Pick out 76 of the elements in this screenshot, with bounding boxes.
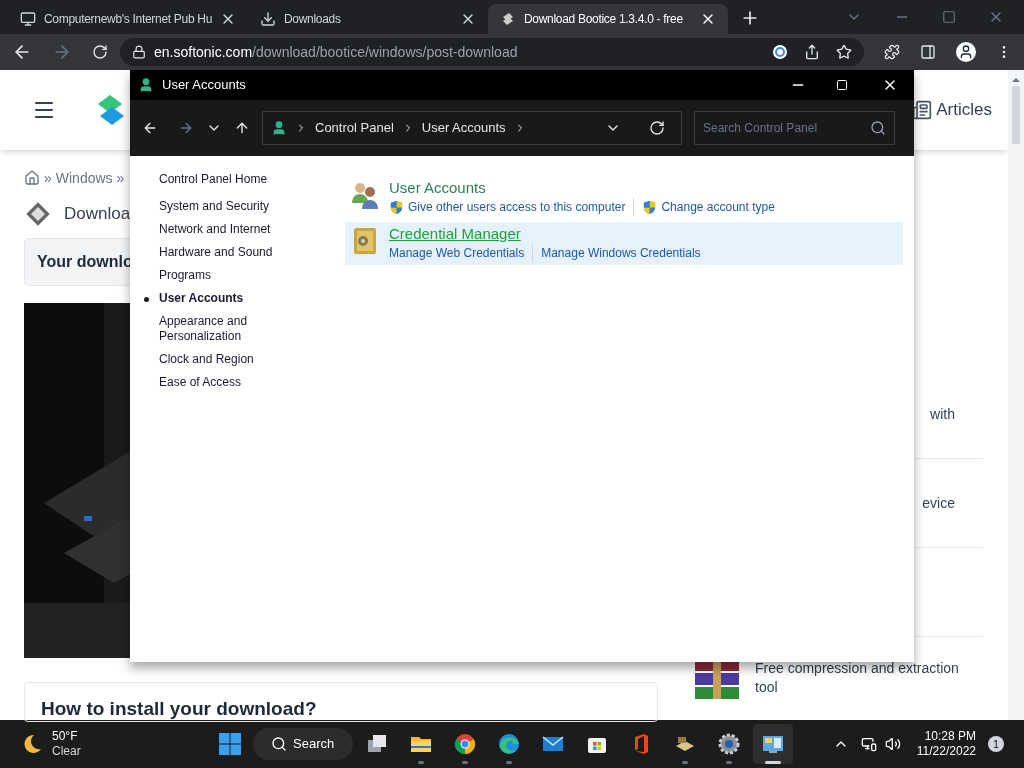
nav-link[interactable]: Programs (159, 268, 309, 283)
category-panel[interactable]: User Accounts Give other users access to this computer Change account type (345, 176, 903, 219)
download-icon (260, 11, 276, 27)
address-field[interactable]: Control Panel User Accounts (262, 111, 682, 145)
nav-link[interactable]: Clock and Region (159, 352, 309, 367)
browser-tab[interactable]: Computernewb's Internet Pub Hu (8, 4, 248, 34)
gear-icon (716, 732, 741, 756)
task-link[interactable]: Manage Web Credentials (389, 244, 525, 262)
forward-icon[interactable] (178, 120, 194, 136)
clock[interactable]: 10:28 PM 11/22/2022 (916, 729, 976, 759)
weather-temperature: 50°F (52, 729, 79, 744)
window-title: User Accounts (162, 76, 246, 95)
nav-link[interactable]: Control Panel Home (159, 172, 309, 187)
tab-title: Computernewb's Internet Pub Hu (44, 11, 213, 28)
breadcrumb-link[interactable]: Windows (55, 167, 113, 189)
browser-tab[interactable]: Download Bootice 1.3.4.0 - free (488, 4, 728, 34)
bookmark-star-icon[interactable] (836, 44, 852, 60)
nav-link[interactable]: Appearance and Personalization (159, 314, 309, 344)
tab-title: Downloads (284, 11, 342, 28)
back-icon[interactable] (142, 120, 158, 136)
google-icon (772, 44, 788, 60)
user-icon (271, 120, 287, 136)
volume-icon[interactable] (884, 736, 901, 752)
network-icon[interactable] (860, 736, 877, 752)
task-link[interactable]: Give other users access to this computer (408, 198, 626, 216)
nav-link[interactable]: User Accounts (159, 291, 309, 306)
address-segment[interactable]: Control Panel (315, 118, 394, 138)
profile-icon[interactable] (956, 42, 976, 62)
page-heading: Downloa (64, 203, 131, 226)
app-snippet: with (930, 404, 955, 424)
app-snippet: evice (922, 493, 955, 513)
nav-link[interactable]: Hardware and Sound (159, 245, 309, 260)
up-icon[interactable] (234, 120, 250, 136)
search-field[interactable]: Search Control Panel (694, 111, 895, 145)
breadcrumb-separator: » (44, 168, 52, 188)
nav-link[interactable]: Ease of Access (159, 375, 309, 390)
breadcrumb-separator: » (116, 168, 125, 188)
search-input[interactable]: Search Control Panel (703, 119, 870, 137)
edge-icon (496, 732, 521, 756)
lock-icon (132, 45, 146, 59)
reload-icon[interactable] (92, 44, 108, 60)
home-icon[interactable] (24, 170, 40, 186)
nav-link[interactable]: System and Security (159, 199, 309, 214)
banner-text: Your downlo (37, 252, 133, 272)
nav-link[interactable]: Network and Internet (159, 222, 309, 237)
category-panel[interactable]: Credential Manager Manage Web Credentials Manage Windows Credentials (345, 222, 903, 265)
url-text: en.softonic.com/download/bootice/windows/post-download (154, 42, 518, 62)
browser-tab[interactable]: Downloads (248, 4, 488, 34)
taskbar-app[interactable] (752, 724, 793, 764)
search-icon (271, 736, 288, 752)
scrollbar[interactable] (1008, 70, 1024, 720)
notification-count[interactable]: 1 (988, 736, 1004, 752)
app-description: Free compression and extraction tool (755, 659, 960, 697)
articles-icon (912, 100, 933, 120)
task-link[interactable]: Manage Windows Credentials (541, 244, 701, 262)
selected-bullet-icon (144, 297, 149, 302)
task-link[interactable]: Change account type (661, 198, 775, 216)
address-field[interactable]: en.softonic.com/download/bootice/windows/post-download (120, 38, 864, 66)
address-segment[interactable]: User Accounts (421, 118, 506, 138)
tab-title: Download Bootice 1.3.4.0 - free (524, 11, 684, 28)
card-heading: How to install your download? (41, 698, 317, 719)
logo-icon (96, 93, 126, 127)
chrome-icon (452, 732, 477, 756)
search-icon[interactable] (870, 120, 886, 136)
share-icon[interactable] (804, 44, 820, 60)
weather-condition: Clear (52, 744, 81, 759)
windows-logo-icon[interactable] (217, 732, 242, 756)
extensions-icon[interactable] (884, 44, 900, 60)
books-icon (695, 659, 739, 699)
side-panel-icon[interactable] (920, 44, 936, 60)
user-icon (138, 77, 154, 93)
category-title[interactable]: User Accounts (389, 179, 486, 197)
search-button[interactable]: Search (252, 728, 353, 760)
monitor-icon (20, 11, 36, 27)
articles-link[interactable]: Articles (936, 97, 992, 123)
refresh-icon[interactable] (649, 120, 665, 136)
